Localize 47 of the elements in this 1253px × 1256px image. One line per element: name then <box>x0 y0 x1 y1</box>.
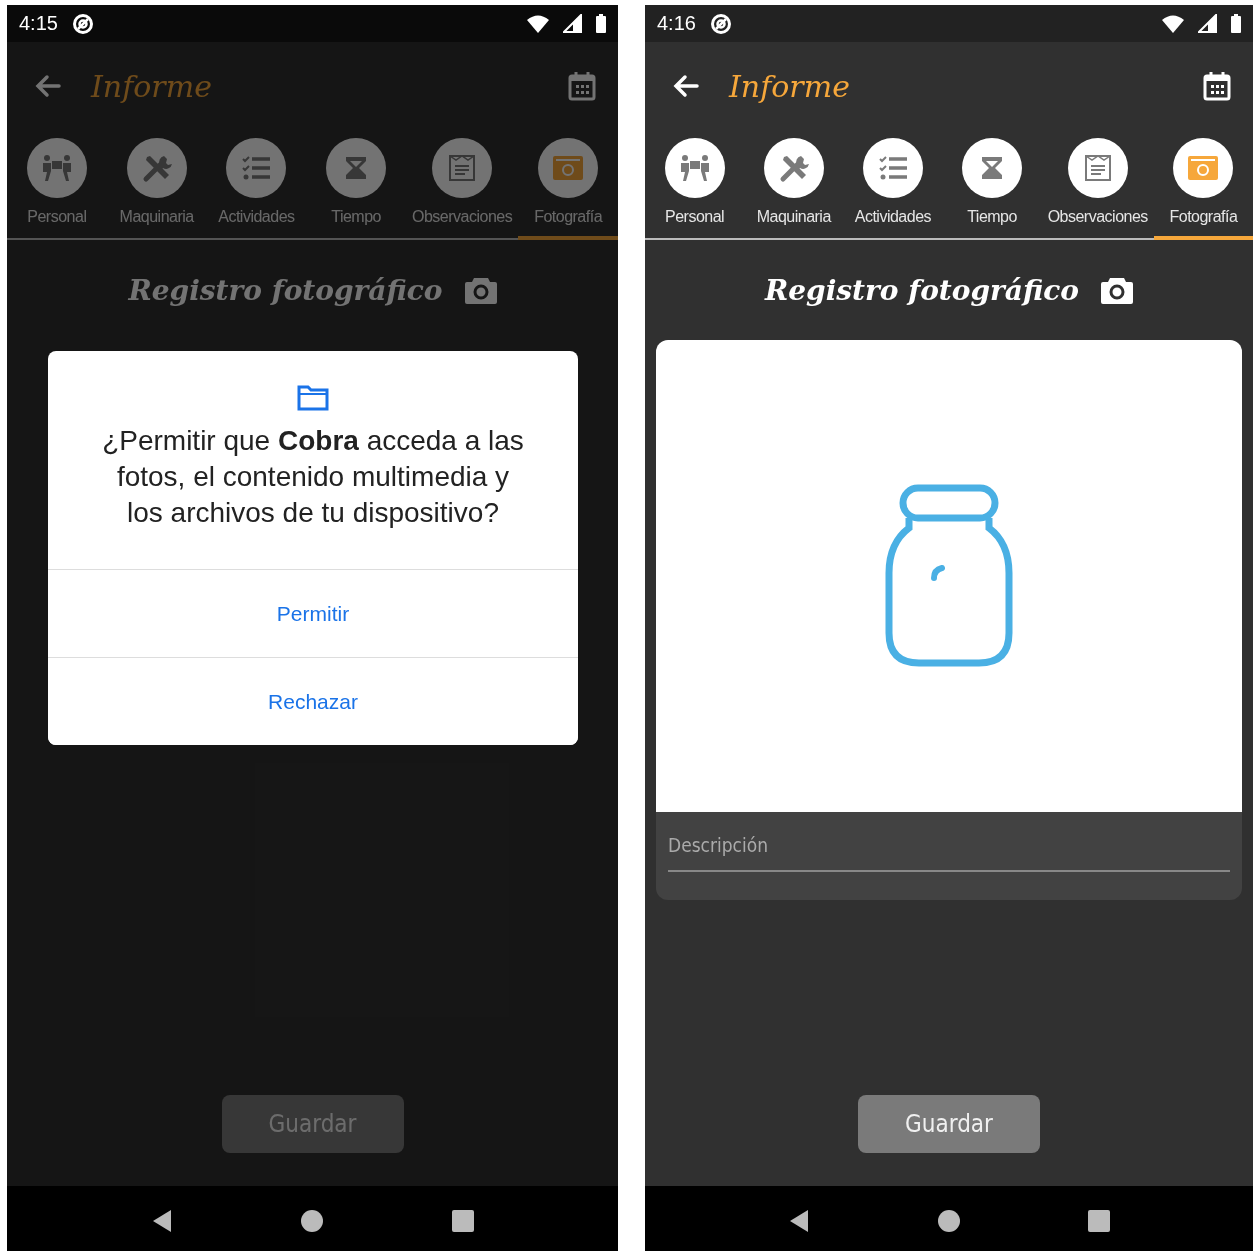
checklist-icon <box>241 154 272 182</box>
wrench-and-screwdriver-icon <box>141 153 172 183</box>
tab[interactable]: Fotografía <box>518 130 618 240</box>
tab[interactable]: Actividades <box>843 130 943 240</box>
tab[interactable]: Observaciones <box>406 130 519 240</box>
tab[interactable]: Personal <box>7 130 107 240</box>
tab[interactable]: Actividades <box>206 130 307 240</box>
home-icon[interactable] <box>300 1209 325 1233</box>
signal-icon <box>1198 14 1217 33</box>
section-title: Registro fotográfico <box>764 273 1080 307</box>
status-time: 4:16 <box>657 12 696 35</box>
battery-icon <box>1231 14 1241 33</box>
description-field[interactable]: Descripción <box>668 828 1230 872</box>
camera-icon[interactable] <box>1101 276 1134 304</box>
back-arrow-icon[interactable] <box>671 72 699 100</box>
dialog-message: ¿Permitir que Cobra acceda a las fotos, el contenido multimedia y los archivos de tu dispositivo? <box>101 424 525 530</box>
section-title: Registro fotográfico <box>128 273 443 307</box>
camera-icon <box>1187 153 1220 183</box>
tab[interactable]: Maquinaria <box>744 130 844 240</box>
overview-icon[interactable] <box>452 1210 475 1232</box>
tab[interactable]: Maquinaria <box>106 130 207 240</box>
folder-icon <box>297 385 329 411</box>
tab[interactable]: Tiempo <box>942 130 1042 240</box>
checklist-icon <box>877 154 908 182</box>
tab[interactable]: Personal <box>645 130 745 240</box>
wifi-icon <box>1162 14 1184 33</box>
tab[interactable]: Observaciones <box>1041 130 1154 240</box>
people-carrying-box-icon <box>678 153 711 183</box>
app-title: Informe <box>91 68 212 104</box>
document-icon <box>448 154 477 182</box>
calendar-icon[interactable] <box>1203 71 1231 101</box>
tab[interactable]: Tiempo <box>306 130 406 240</box>
home-icon[interactable] <box>937 1209 961 1233</box>
signal-icon <box>563 14 582 33</box>
people-carrying-box-icon <box>40 153 73 183</box>
camera-icon <box>552 153 585 183</box>
jar-icon <box>884 483 1014 669</box>
document-icon <box>1083 154 1112 182</box>
back-icon[interactable] <box>788 1208 811 1234</box>
overview-icon[interactable] <box>1087 1210 1110 1232</box>
tab[interactable]: Fotografía <box>1153 130 1253 240</box>
battery-icon <box>596 14 606 33</box>
app-title: Informe <box>729 68 850 104</box>
wrench-and-screwdriver-icon <box>778 153 809 183</box>
status-time: 4:15 <box>19 12 58 35</box>
wifi-icon <box>527 14 549 33</box>
dialog-button[interactable]: Rechazar <box>48 657 578 745</box>
